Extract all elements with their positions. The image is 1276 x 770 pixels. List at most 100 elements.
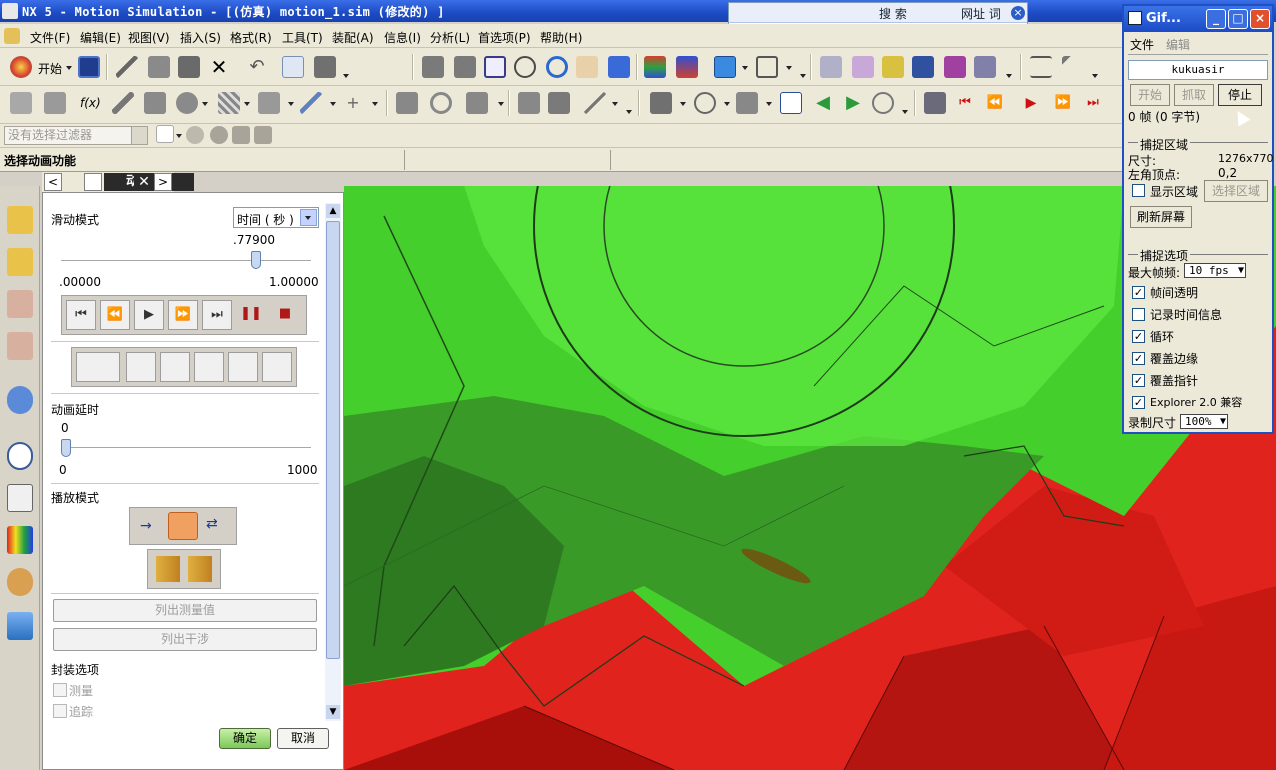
- loop-icon[interactable]: [168, 512, 198, 540]
- constraint-icon[interactable]: [518, 92, 540, 114]
- chevron-down-icon[interactable]: [766, 102, 772, 108]
- line-icon[interactable]: [112, 92, 134, 114]
- articulation-step-icon[interactable]: [156, 556, 180, 582]
- maximize-icon[interactable]: □: [1228, 9, 1248, 29]
- part-navigator-icon[interactable]: [7, 332, 33, 360]
- system-materials-icon[interactable]: [7, 484, 33, 512]
- chevron-right-icon[interactable]: >: [154, 173, 172, 191]
- simulate-icon[interactable]: [974, 56, 996, 78]
- edit-parameter-icon[interactable]: [44, 92, 66, 114]
- measure-icon[interactable]: [1030, 56, 1052, 78]
- refresh-screen-button[interactable]: 刷新屏幕: [1130, 206, 1192, 228]
- close-icon[interactable]: ×: [1250, 9, 1270, 29]
- menu-help[interactable]: 帮助(H): [540, 29, 582, 46]
- app-menu-icon[interactable]: [4, 28, 20, 44]
- slide-mode-select[interactable]: 时间 ( 秒 ): [233, 207, 319, 228]
- chevron-down-icon[interactable]: [244, 102, 250, 108]
- chevron-down-icon[interactable]: [626, 110, 632, 116]
- ok-button[interactable]: 确定: [219, 728, 271, 749]
- measure-tool-icon[interactable]: [76, 352, 120, 382]
- view-layout-icon[interactable]: [756, 56, 778, 78]
- play-once-icon[interactable]: →: [140, 518, 162, 534]
- gif-stop-button[interactable]: 停止: [1218, 84, 1262, 106]
- zoom-window-icon[interactable]: [484, 56, 506, 78]
- play-icon[interactable]: ▶: [1020, 92, 1042, 114]
- save-snapshot-icon[interactable]: [262, 352, 292, 382]
- information-window-icon[interactable]: [282, 56, 304, 78]
- chevron-down-icon[interactable]: [131, 127, 147, 144]
- cut-icon[interactable]: [116, 56, 138, 78]
- cam-icon[interactable]: [430, 92, 452, 114]
- orient-view-icon[interactable]: [714, 56, 736, 78]
- deselect-icon[interactable]: [254, 126, 272, 144]
- explode-icon[interactable]: [160, 352, 190, 382]
- list-measurements-button[interactable]: 列出测量值: [53, 599, 317, 622]
- scene-icon[interactable]: [7, 612, 33, 640]
- undo-icon[interactable]: ↶: [246, 56, 268, 78]
- assembly-navigator-icon[interactable]: [7, 248, 33, 276]
- list-interference-button[interactable]: 列出干涉: [53, 628, 317, 651]
- menu-file[interactable]: 文件(F): [30, 29, 70, 46]
- chevron-down-icon[interactable]: [1092, 74, 1098, 80]
- web-browser-icon[interactable]: [7, 386, 33, 414]
- play-button[interactable]: ▶: [134, 300, 164, 330]
- selection-scope-icon[interactable]: [156, 125, 174, 143]
- torque-icon[interactable]: +: [342, 92, 364, 114]
- chevron-down-icon[interactable]: [902, 110, 908, 116]
- layer-icon[interactable]: [314, 56, 336, 78]
- load-transfer-icon[interactable]: [736, 92, 758, 114]
- menu-view[interactable]: 视图(V): [128, 29, 170, 46]
- solid-body-icon[interactable]: [210, 126, 228, 144]
- force-icon[interactable]: [300, 92, 322, 114]
- cover-pointer-checkbox[interactable]: ✓: [1132, 374, 1145, 387]
- record-size-select[interactable]: 100% ▼: [1180, 414, 1228, 429]
- last-frame-icon[interactable]: ⏭: [1082, 92, 1104, 114]
- first-frame-button[interactable]: ⏮: [66, 300, 96, 330]
- gif-menu-file[interactable]: 文件: [1130, 36, 1154, 53]
- chevron-down-icon[interactable]: [742, 66, 748, 72]
- tracking-icon[interactable]: [228, 352, 258, 382]
- scrollbar-thumb[interactable]: [326, 221, 340, 659]
- scroll-up-icon[interactable]: ▲: [326, 204, 340, 218]
- time-slider-thumb[interactable]: [250, 251, 261, 269]
- chevron-down-icon[interactable]: [498, 102, 504, 108]
- pan-icon[interactable]: [576, 56, 598, 78]
- measure-checkbox[interactable]: [53, 683, 67, 697]
- graph-icon[interactable]: [650, 92, 672, 114]
- view-zoom-icon[interactable]: [454, 56, 476, 78]
- delay-slider-thumb[interactable]: [61, 439, 71, 457]
- arrow-left-icon[interactable]: ◀: [812, 92, 834, 114]
- panel-scrollbar[interactable]: ▲ ▼: [325, 203, 341, 721]
- gear-icon[interactable]: [176, 92, 198, 114]
- save-icon[interactable]: [78, 56, 100, 78]
- chevron-down-icon[interactable]: [343, 74, 349, 80]
- close-icon[interactable]: ✕: [134, 173, 154, 191]
- magnify-icon[interactable]: [514, 56, 536, 78]
- display-mode-icon[interactable]: [644, 56, 666, 78]
- minimize-icon[interactable]: _: [1206, 9, 1226, 29]
- history-clock-icon[interactable]: [7, 442, 33, 470]
- paste-icon[interactable]: [178, 56, 200, 78]
- marker-icon[interactable]: [912, 56, 934, 78]
- sensor-icon[interactable]: [694, 92, 716, 114]
- url-word-button[interactable]: 网址 词: [961, 5, 1001, 21]
- 3d-contact-icon[interactable]: [466, 92, 488, 114]
- component-icon[interactable]: [232, 126, 250, 144]
- step-forward-button[interactable]: ⏩: [168, 300, 198, 330]
- undo-selection-icon[interactable]: [186, 126, 204, 144]
- chevron-down-icon[interactable]: [612, 102, 618, 108]
- menu-analysis[interactable]: 分析(L): [430, 29, 470, 46]
- record-time-checkbox[interactable]: [1132, 308, 1145, 321]
- chevron-down-icon[interactable]: [300, 209, 317, 226]
- menu-preferences[interactable]: 首选项(P): [478, 29, 531, 46]
- edit-icon[interactable]: [10, 92, 32, 114]
- menu-assembly[interactable]: 装配(A): [332, 29, 374, 46]
- palette-icon[interactable]: [7, 526, 33, 554]
- solver-icon[interactable]: [944, 56, 966, 78]
- chevron-down-icon[interactable]: [1006, 74, 1012, 80]
- chevron-left-icon[interactable]: <: [44, 173, 62, 191]
- chevron-down-icon[interactable]: [724, 102, 730, 108]
- contact-icon[interactable]: [396, 92, 418, 114]
- chevron-down-icon[interactable]: [176, 134, 182, 140]
- roles-icon[interactable]: [7, 568, 33, 596]
